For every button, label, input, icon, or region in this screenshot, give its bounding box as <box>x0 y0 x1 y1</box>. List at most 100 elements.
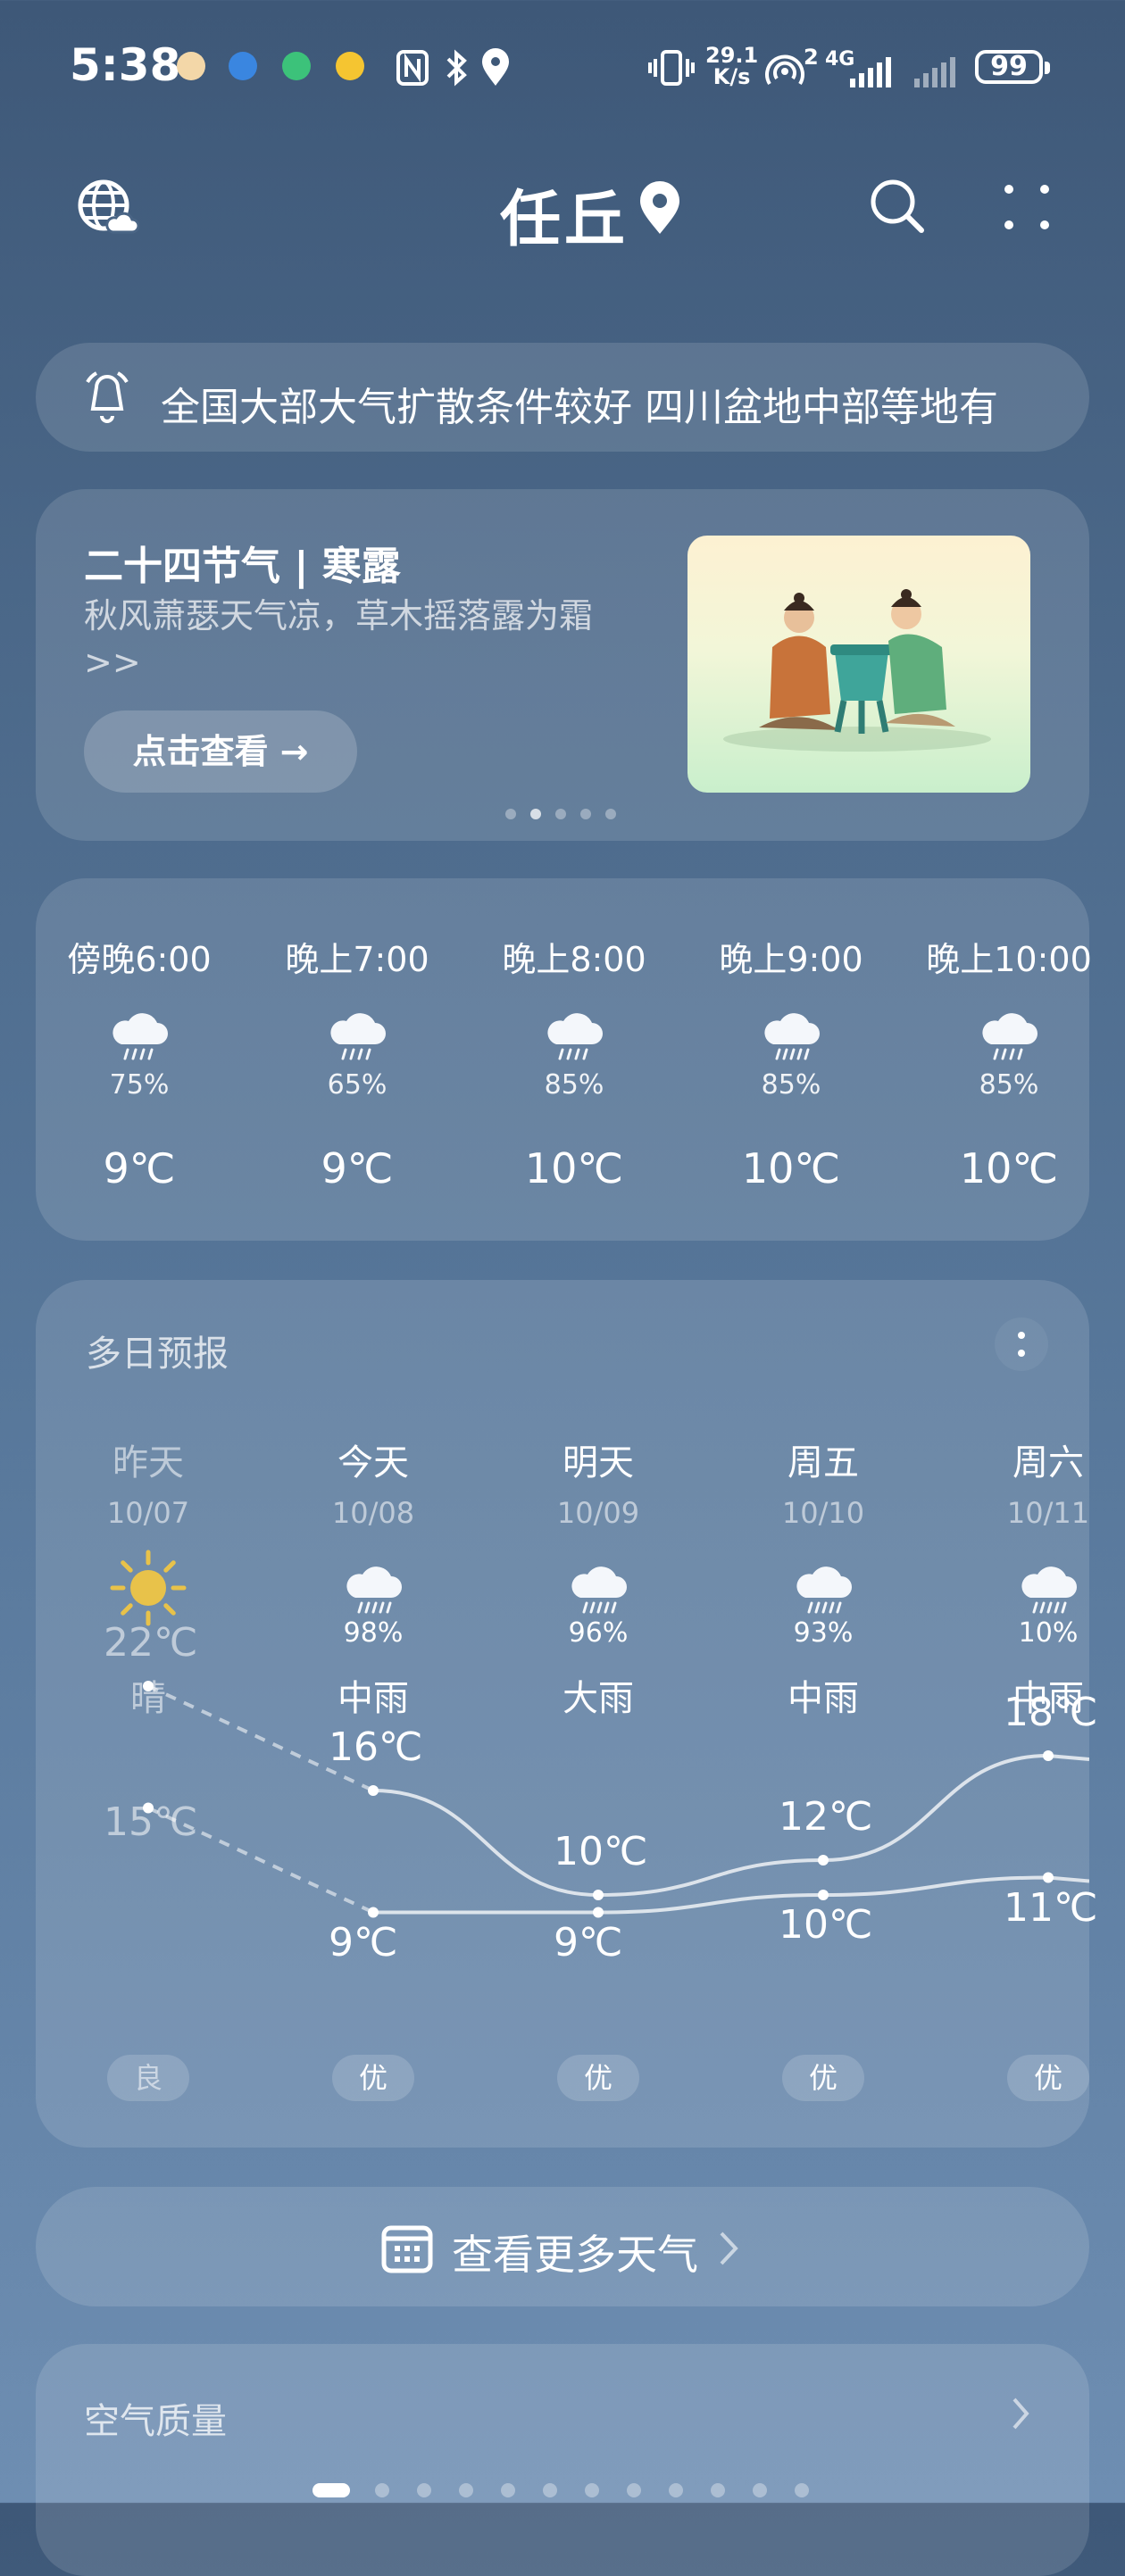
temperature-point <box>818 1855 829 1866</box>
city-page-dot[interactable] <box>417 2483 431 2497</box>
light-rain-cloud-icon <box>547 1013 603 1060</box>
light-rain-cloud-icon <box>982 1013 1038 1060</box>
high-temperature-label: 12℃ <box>779 1794 873 1840</box>
light-rain-cloud-icon <box>112 1013 168 1060</box>
light-rain-cloud-icon <box>330 1013 386 1060</box>
hourly-time: 傍晚6:00 <box>67 940 212 979</box>
city-page-dot[interactable] <box>501 2483 515 2497</box>
low-temperature-label: 10℃ <box>779 1902 873 1948</box>
hourly-time: 晚上7:00 <box>285 940 429 979</box>
hourly-precip-chance: 85% <box>979 1069 1039 1101</box>
net-speed-value: 29.1 <box>705 43 759 68</box>
nfc-icon <box>396 50 429 86</box>
location-pin-icon <box>640 181 679 234</box>
signal-strength-icon <box>850 57 891 87</box>
alert-bell-icon <box>86 371 129 423</box>
high-temperature-label: 16℃ <box>329 1724 423 1770</box>
temperature-point <box>1043 1872 1054 1883</box>
app-notification-icon <box>229 52 257 80</box>
low-temperature-label: 9℃ <box>554 1919 623 1965</box>
air-quality-card[interactable]: 空气质量 <box>36 2344 1089 2576</box>
low-temperature-label: 9℃ <box>329 1919 398 1965</box>
city-page-dot[interactable] <box>543 2483 557 2497</box>
hourly-item: 晚上10:00 85% 10℃ <box>911 878 1107 1241</box>
solar-term-card[interactable]: 二十四节气 | 寒露 秋风萧瑟天气凉，草木摇落露为霜>> 点击查看 → <box>36 489 1089 841</box>
low-temperature-label: 11℃ <box>1004 1884 1098 1931</box>
banner-pager-dot <box>605 809 616 819</box>
view-details-button[interactable]: 点击查看 → <box>84 710 357 793</box>
temperature-point <box>593 1907 604 1918</box>
net-speed: 29.1 K/s <box>705 45 758 87</box>
hourly-temperature: 9℃ <box>321 1144 394 1192</box>
solar-term-description: 秋风萧瑟天气凉，草木摇落露为霜>> <box>84 596 594 682</box>
view-more-weather-button[interactable]: 查看更多天气 <box>36 2187 1089 2306</box>
temperature-point <box>368 1907 379 1918</box>
city-page-dot[interactable] <box>753 2483 767 2497</box>
banner-pager-dot <box>580 809 591 819</box>
hourly-item: 晚上7:00 65% 9℃ <box>259 878 455 1241</box>
location-status-icon <box>482 48 509 86</box>
city-name[interactable]: 任丘 <box>500 170 629 258</box>
city-page-dot[interactable] <box>459 2483 473 2497</box>
high-temperature-label: 10℃ <box>554 1829 648 1874</box>
air-quality-title: 空气质量 <box>84 2401 227 2442</box>
hourly-precip-chance: 75% <box>109 1069 170 1101</box>
temperature-point <box>143 1681 154 1691</box>
moderate-rain-cloud-icon <box>764 1013 820 1060</box>
temperature-curve <box>372 1753 1089 1898</box>
temperature-curve <box>373 1875 1089 1915</box>
temperature-point <box>593 1890 604 1900</box>
calendar-icon <box>381 2225 433 2273</box>
app-notification-icon <box>177 52 205 80</box>
high-temperature-label: 18℃ <box>1004 1690 1098 1735</box>
daily-forecast-card[interactable]: 多日预报 昨天 10/07 晴良今天 10/08 98% 中雨优明天 10/09 96% 大雨优… <box>36 1280 1097 2148</box>
hourly-temperature: 10℃ <box>959 1144 1059 1192</box>
net-speed-unit: K/s <box>712 64 751 89</box>
search-icon[interactable] <box>868 177 927 236</box>
high-temperature-label: 22℃ <box>104 1620 198 1666</box>
banner-pager-dot <box>505 809 516 819</box>
low-temperature-label: 15℃ <box>104 1799 198 1845</box>
vibrate-icon <box>648 50 695 86</box>
hourly-precip-chance: 65% <box>327 1069 388 1101</box>
view-more-weather-label: 查看更多天气 <box>452 2231 698 2279</box>
hourly-temperature: 10℃ <box>741 1144 841 1192</box>
city-page-dot[interactable] <box>627 2483 641 2497</box>
app-notification-icon <box>282 52 311 80</box>
signal-strength-secondary-icon <box>914 57 955 87</box>
city-page-dot[interactable] <box>669 2483 683 2497</box>
banner-pager-dot <box>555 809 566 819</box>
city-page-dot[interactable] <box>795 2483 809 2497</box>
hourly-item: 晚上9:00 85% 10℃ <box>693 878 889 1241</box>
hourly-item: 傍晚6:00 75% 9℃ <box>41 878 238 1241</box>
city-page-dot[interactable] <box>375 2483 389 2497</box>
chevron-right-icon <box>1012 2397 1029 2430</box>
more-options-icon[interactable] <box>1002 182 1052 232</box>
solar-term-illustration[interactable] <box>688 536 1030 793</box>
temperature-trend-chart <box>143 1681 1089 1918</box>
hotspot-icon <box>765 54 804 86</box>
city-page-dot[interactable] <box>711 2483 725 2497</box>
bluetooth-icon <box>446 49 467 87</box>
hourly-item: 晚上8:00 85% 10℃ <box>476 878 672 1241</box>
city-page-dot[interactable] <box>585 2483 599 2497</box>
hourly-precip-chance: 85% <box>761 1069 821 1101</box>
hourly-time: 晚上9:00 <box>719 940 863 979</box>
status-bar: 5:38 29.1 K/s 2 4G 99 <box>0 0 1125 134</box>
city-page-dot[interactable] <box>312 2483 350 2497</box>
manage-cities-globe-icon[interactable] <box>77 177 139 239</box>
hourly-precip-chance: 85% <box>544 1069 604 1101</box>
solar-term-title: 二十四节气 | 寒露 <box>84 544 401 589</box>
news-ticker[interactable]: 全国大部大气扩散条件较好 四川盆地中部等地有 <box>36 343 1089 452</box>
hourly-forecast-card[interactable]: 傍晚6:00 75% 9℃ 晚上7:00 65% 9℃ 晚上8:00 85% 10℃ 晚上9:00… <box>36 878 1092 1241</box>
status-time: 5:38 <box>70 39 181 91</box>
chevron-right-icon <box>720 2231 738 2265</box>
scholars-bronze-vessel-illustration <box>723 589 991 752</box>
battery-indicator: 99 <box>975 50 1050 84</box>
temperature-point <box>1043 1750 1054 1761</box>
temperature-point <box>818 1890 829 1900</box>
news-headline: 全国大部大气扩散条件较好 四川盆地中部等地有 <box>161 385 998 430</box>
temperature-point <box>368 1785 379 1796</box>
hotspot-count: 2 <box>804 45 819 70</box>
app-notification-icon <box>336 52 364 80</box>
